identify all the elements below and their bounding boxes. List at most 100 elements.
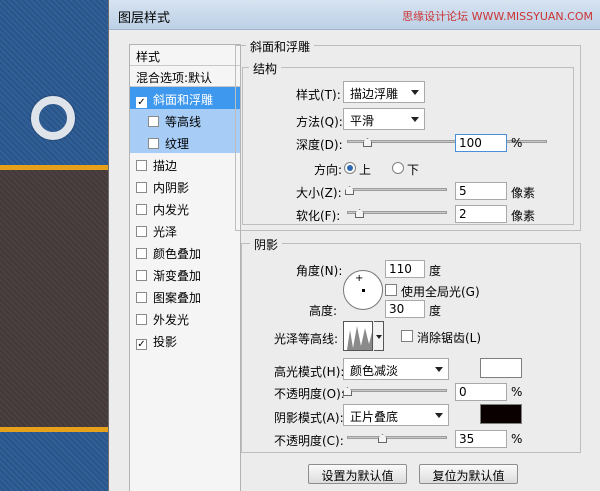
- angle-dial[interactable]: +: [343, 270, 383, 310]
- highlight-opacity-slider[interactable]: [343, 387, 447, 396]
- style-list-header[interactable]: 样式: [130, 45, 240, 66]
- size-input[interactable]: 5: [455, 182, 507, 200]
- global-light-checkbox[interactable]: [385, 284, 397, 296]
- bevel-section-title: 斜面和浮雕: [246, 38, 315, 55]
- technique-label: 方法(Q):: [296, 115, 343, 129]
- watermark: 思缘设计论坛 WWW.MISSYUAN.COM: [402, 10, 593, 23]
- shadow-mode-select[interactable]: 正片叠底: [343, 404, 449, 426]
- style-item-label: 描边: [153, 159, 178, 173]
- checkbox-pattern-overlay[interactable]: [136, 292, 147, 303]
- technique-select[interactable]: 平滑: [343, 108, 425, 130]
- soften-unit: 像素: [511, 209, 536, 223]
- angle-input[interactable]: 110: [385, 260, 425, 278]
- angle-label: 角度(N):: [296, 264, 343, 278]
- style-item-label: 投影: [153, 335, 178, 349]
- style-item-texture[interactable]: 纹理: [130, 131, 240, 153]
- style-item-label: 内阴影: [153, 181, 190, 195]
- direction-down-label: 下: [407, 163, 420, 177]
- checkbox-satin[interactable]: [136, 226, 147, 237]
- style-item-label: 等高线: [165, 115, 202, 129]
- gloss-contour-label: 光泽等高线:: [274, 332, 339, 346]
- shading-title: 阴影: [250, 236, 283, 253]
- highlight-mode-value: 颜色减淡: [350, 364, 399, 378]
- size-slider[interactable]: [345, 186, 447, 195]
- direction-label: 方向:: [314, 163, 343, 177]
- canvas-stripe-top: [0, 165, 112, 170]
- style-item-drop-shadow[interactable]: ✓ 投影: [130, 329, 240, 351]
- canvas-ring: [31, 96, 75, 140]
- checkbox-gradient-overlay[interactable]: [136, 270, 147, 281]
- style-item-bevel-emboss[interactable]: ✓ 斜面和浮雕: [130, 87, 240, 109]
- highlight-opacity-input[interactable]: 0: [455, 383, 507, 401]
- shadow-opacity-unit: %: [511, 432, 523, 446]
- chevron-down-icon: [435, 413, 443, 418]
- style-item-stroke[interactable]: 描边: [130, 153, 240, 175]
- shadow-mode-label: 阴影模式(A):: [274, 411, 344, 425]
- blend-options-item[interactable]: 混合选项:默认: [130, 66, 240, 87]
- anti-alias-checkbox[interactable]: [401, 330, 413, 342]
- style-list: 样式 混合选项:默认 ✓ 斜面和浮雕 等高线 纹理 描边 内阴影 内发光 光泽 颜…: [129, 44, 241, 491]
- gloss-contour-picker[interactable]: [343, 321, 373, 351]
- highlight-mode-select[interactable]: 颜色减淡: [343, 358, 449, 380]
- reset-default-button[interactable]: 复位为默认值: [419, 464, 518, 484]
- style-item-label: 斜面和浮雕: [153, 93, 214, 107]
- checkbox-inner-glow[interactable]: [136, 204, 147, 215]
- checkbox-drop-shadow[interactable]: ✓: [136, 339, 147, 350]
- checkbox-outer-glow[interactable]: [136, 314, 147, 325]
- direction-down-radio[interactable]: [392, 162, 404, 174]
- slider-track: [347, 436, 447, 439]
- style-item-label: 图案叠加: [153, 291, 202, 305]
- make-default-button[interactable]: 设置为默认值: [308, 464, 407, 484]
- style-item-color-overlay[interactable]: 颜色叠加: [130, 241, 240, 263]
- highlight-color-swatch[interactable]: [480, 358, 522, 378]
- structure-title: 结构: [249, 60, 282, 77]
- soften-input[interactable]: 2: [455, 205, 507, 223]
- style-item-pattern-overlay[interactable]: 图案叠加: [130, 285, 240, 307]
- shadow-opacity-slider[interactable]: [347, 434, 447, 443]
- angle-dial-center: [362, 289, 365, 292]
- style-item-inner-glow[interactable]: 内发光: [130, 197, 240, 219]
- altitude-unit: 度: [429, 304, 442, 318]
- soften-label: 软化(F):: [296, 209, 341, 223]
- style-item-contour[interactable]: 等高线: [130, 109, 240, 131]
- highlight-opacity-label: 不透明度(O):: [274, 387, 345, 401]
- depth-input[interactable]: 100: [455, 134, 507, 152]
- checkbox-stroke[interactable]: [136, 160, 147, 171]
- altitude-input[interactable]: 30: [385, 300, 425, 318]
- crosshair-icon: +: [355, 273, 364, 284]
- soften-slider[interactable]: [347, 209, 447, 218]
- checkbox-bevel-emboss[interactable]: ✓: [136, 97, 147, 108]
- contour-preview-icon: [347, 326, 372, 350]
- style-item-label: 内发光: [153, 203, 190, 217]
- shadow-color-swatch[interactable]: [480, 404, 522, 424]
- style-item-inner-shadow[interactable]: 内阴影: [130, 175, 240, 197]
- style-item-satin[interactable]: 光泽: [130, 219, 240, 241]
- shadow-mode-value: 正片叠底: [350, 410, 399, 424]
- slider-track: [347, 389, 447, 392]
- size-unit: 像素: [511, 186, 536, 200]
- style-label: 样式(T):: [296, 88, 341, 102]
- shadow-opacity-input[interactable]: 35: [455, 430, 507, 448]
- checkbox-texture[interactable]: [148, 138, 159, 149]
- shadow-opacity-label: 不透明度(C):: [274, 434, 344, 448]
- checkbox-inner-shadow[interactable]: [136, 182, 147, 193]
- layer-style-dialog: 图层样式 思缘设计论坛 WWW.MISSYUAN.COM 样式 混合选项:默认 …: [108, 0, 600, 491]
- anti-alias-label: 消除锯齿(L): [417, 331, 482, 345]
- style-item-gradient-overlay[interactable]: 渐变叠加: [130, 263, 240, 285]
- canvas-stripe-bottom: [0, 427, 112, 432]
- style-item-label: 纹理: [165, 137, 190, 151]
- chevron-down-icon: [435, 367, 443, 372]
- technique-select-value: 平滑: [350, 114, 375, 128]
- style-select-value: 描边浮雕: [350, 87, 399, 101]
- checkbox-color-overlay[interactable]: [136, 248, 147, 259]
- slider-track: [347, 188, 447, 191]
- direction-up-radio[interactable]: [344, 162, 356, 174]
- checkbox-contour[interactable]: [148, 116, 159, 127]
- global-light-label: 使用全局光(G): [401, 285, 480, 299]
- gloss-contour-dropdown[interactable]: [374, 321, 384, 351]
- style-select[interactable]: 描边浮雕: [343, 81, 425, 103]
- highlight-opacity-unit: %: [511, 385, 523, 399]
- chevron-down-icon: [411, 117, 419, 122]
- dialog-titlebar[interactable]: 图层样式 思缘设计论坛 WWW.MISSYUAN.COM: [109, 0, 600, 30]
- style-item-outer-glow[interactable]: 外发光: [130, 307, 240, 329]
